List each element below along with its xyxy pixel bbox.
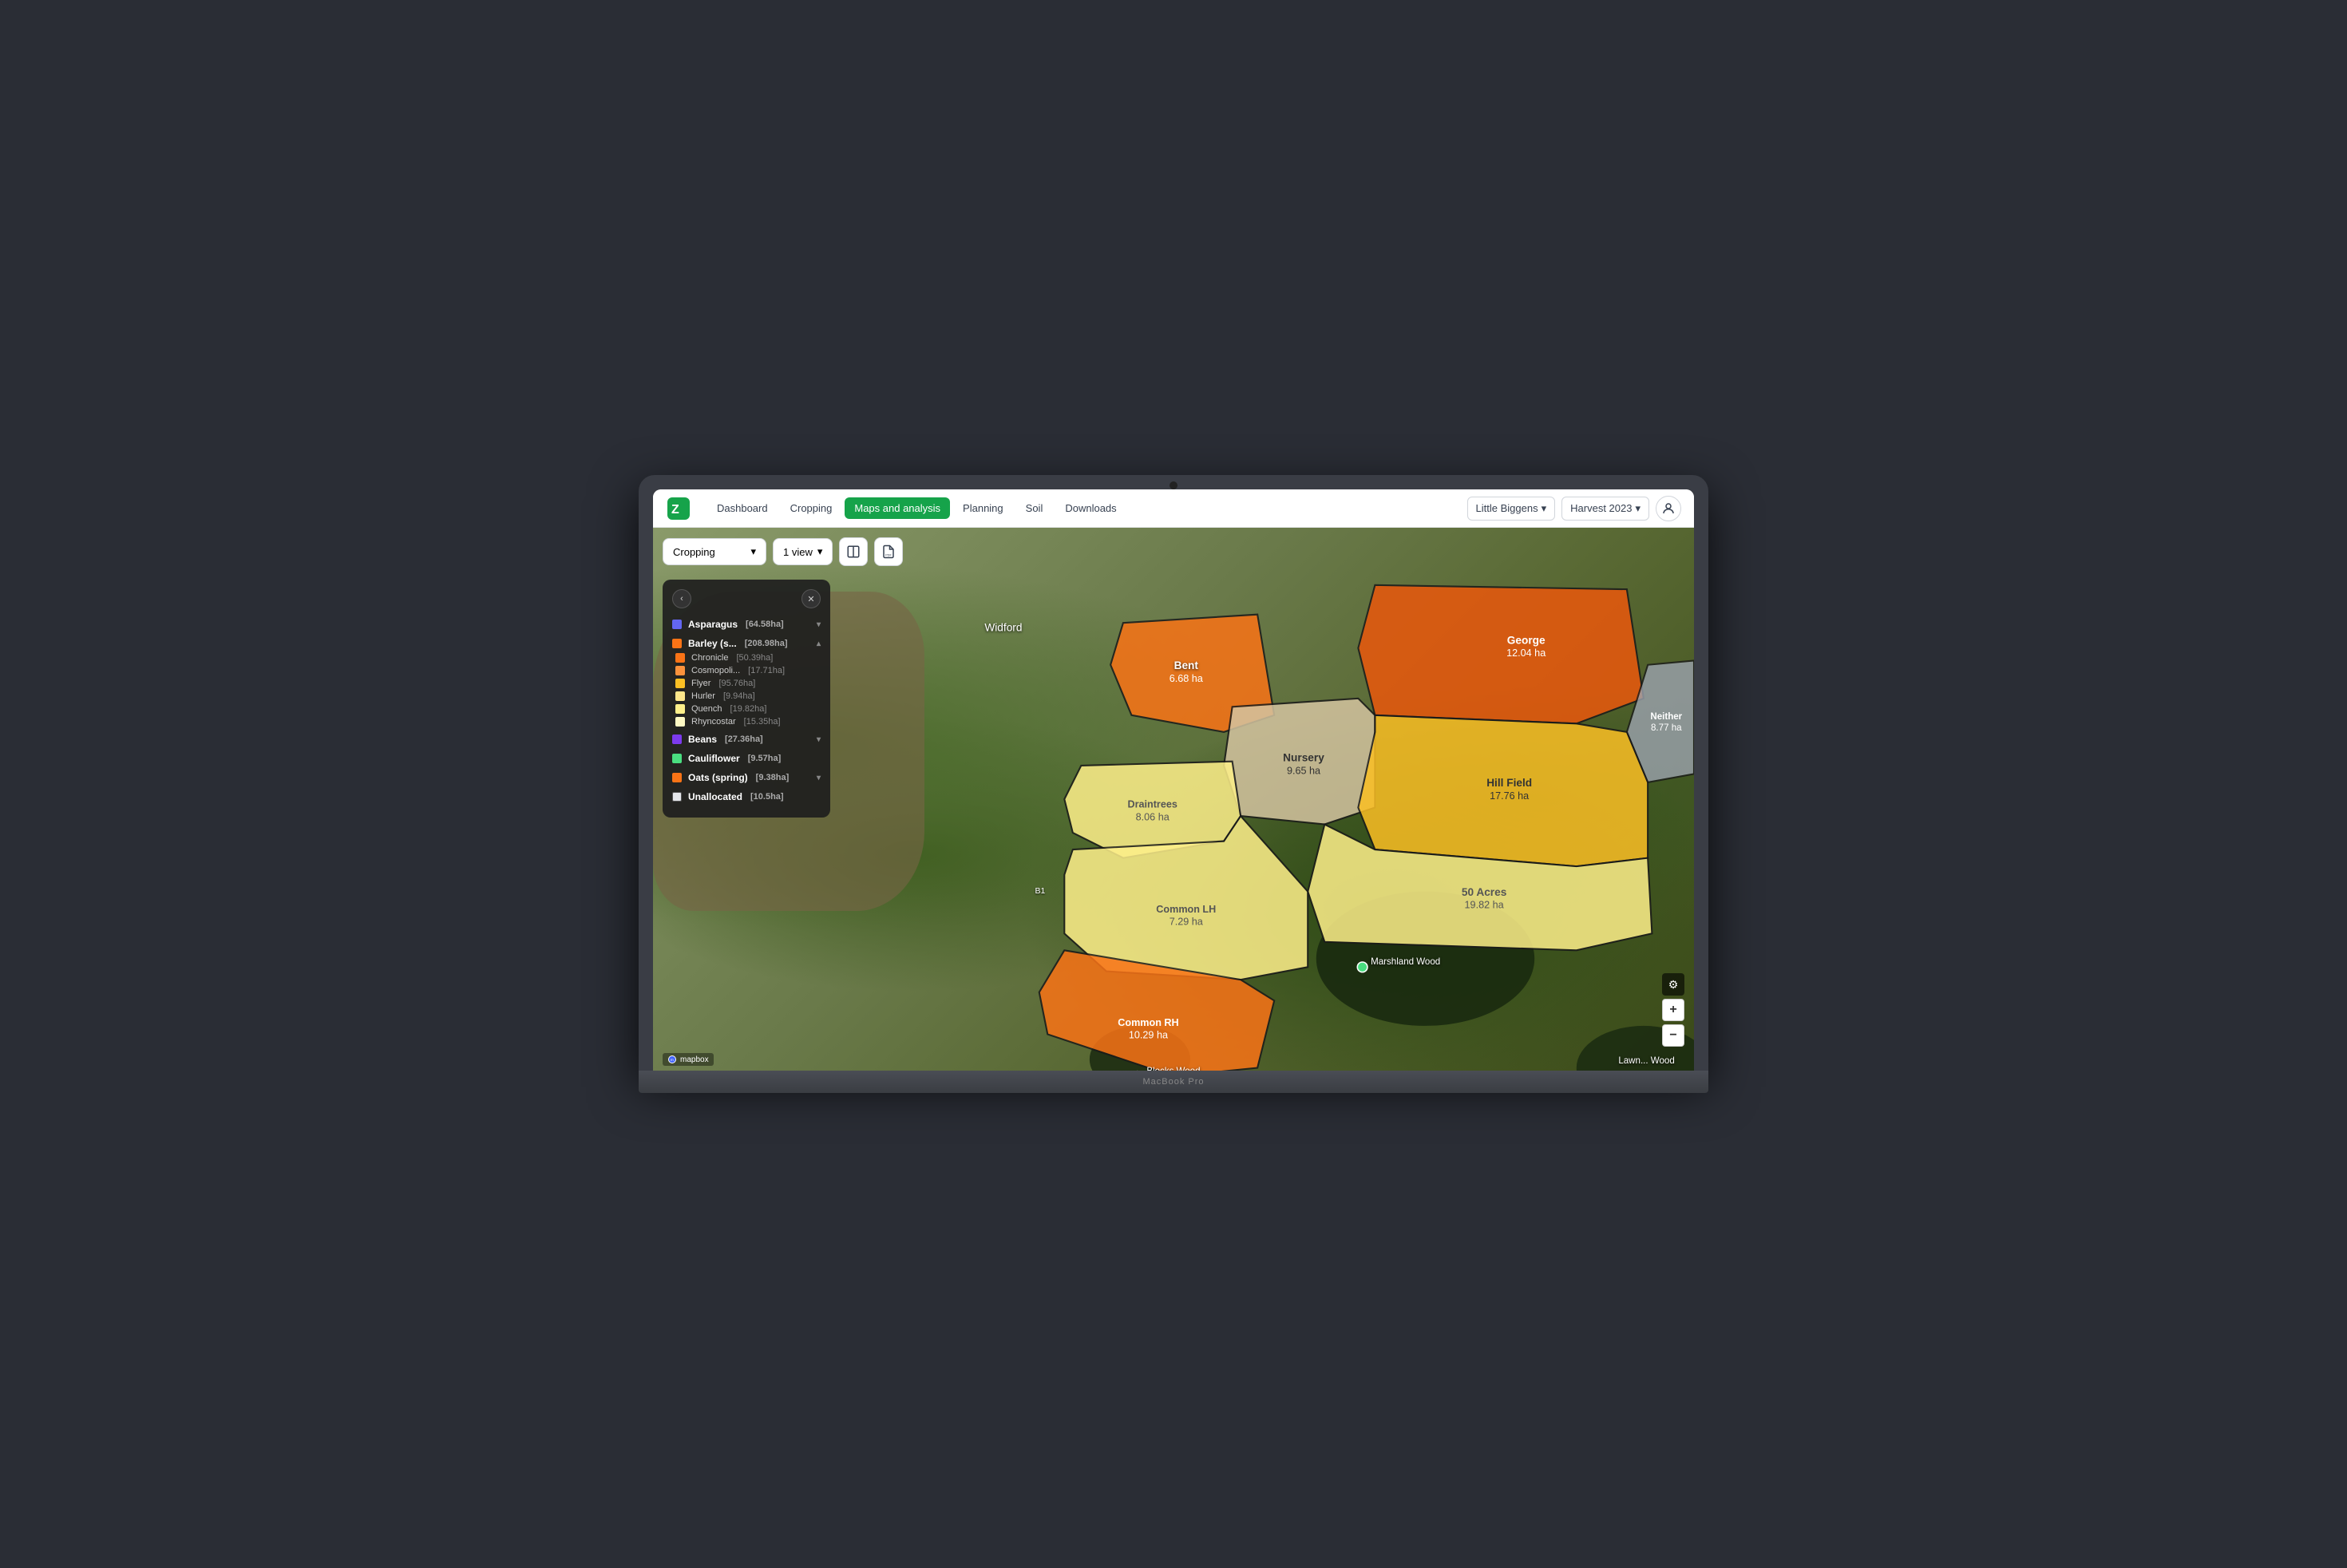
svg-text:PDF: PDF (886, 553, 892, 556)
svg-text:9.65 ha: 9.65 ha (1287, 765, 1321, 776)
svg-text:Lawn... Wood: Lawn... Wood (1618, 1056, 1674, 1066)
zoom-in-button[interactable]: + (1662, 999, 1684, 1021)
pdf-export-button[interactable]: PDF (874, 537, 903, 566)
nav-soil[interactable]: Soil (1016, 497, 1053, 519)
farm-selector[interactable]: Little Biggens ▾ (1467, 497, 1556, 521)
nav-right: Little Biggens ▾ Harvest 2023 ▾ (1467, 496, 1681, 521)
oats-color (672, 773, 682, 782)
legend-item-chronicle[interactable]: Chronicle [50.39ha] (672, 651, 821, 664)
svg-text:19.82 ha: 19.82 ha (1465, 900, 1505, 911)
map-toolbar: Cropping ▾ 1 view ▾ (663, 537, 903, 566)
legend-group-oats: Oats (spring) [9.38ha] ▾ (672, 770, 821, 786)
legend-group-barley: Barley (s... [208.98ha] ▴ Chronicle [50.… (672, 636, 821, 728)
asparagus-color (672, 620, 682, 629)
layer-select[interactable]: Cropping ▾ (663, 538, 766, 565)
hurler-color (675, 691, 685, 701)
flyer-color (675, 679, 685, 688)
legend-group-barley-header[interactable]: Barley (s... [208.98ha] ▴ (672, 636, 821, 651)
svg-text:Draintrees: Draintrees (1128, 799, 1177, 810)
laptop-frame: Z Dashboard Cropping Maps and analysis P… (639, 475, 1708, 1093)
svg-text:Nursery: Nursery (1283, 752, 1324, 764)
chronicle-color (675, 653, 685, 663)
svg-text:8.06 ha: 8.06 ha (1136, 811, 1170, 822)
svg-text:7.29 ha: 7.29 ha (1170, 917, 1204, 928)
legend-back-button[interactable]: ‹ (672, 589, 691, 608)
svg-text:George: George (1507, 634, 1546, 646)
svg-text:8.77 ha: 8.77 ha (1651, 723, 1682, 733)
beans-color (672, 735, 682, 744)
svg-text:6.68 ha: 6.68 ha (1170, 673, 1204, 684)
legend-group-cauliflower-header[interactable]: Cauliflower [9.57ha] (672, 750, 821, 766)
legend-group-unallocated-header[interactable]: Unallocated [10.5ha] (672, 789, 821, 805)
legend-close-button[interactable]: ✕ (801, 589, 821, 608)
svg-text:m: m (671, 1058, 674, 1062)
legend-header: ‹ ✕ (672, 589, 821, 608)
svg-text:10.29 ha: 10.29 ha (1129, 1030, 1169, 1041)
legend-group-beans: Beans [27.36ha] ▾ (672, 731, 821, 747)
legend-group-unallocated: Unallocated [10.5ha] (672, 789, 821, 805)
svg-text:50 Acres: 50 Acres (1462, 886, 1507, 898)
legend-item-flyer[interactable]: Flyer [95.76ha] (672, 677, 821, 690)
nav-maps-analysis[interactable]: Maps and analysis (845, 497, 950, 519)
app-logo[interactable]: Z (666, 496, 691, 521)
nav-downloads[interactable]: Downloads (1055, 497, 1126, 519)
harvest-selector[interactable]: Harvest 2023 ▾ (1561, 497, 1649, 521)
barley-color (672, 639, 682, 648)
svg-text:Hill Field: Hill Field (1486, 777, 1532, 789)
svg-text:12.04 ha: 12.04 ha (1506, 647, 1546, 659)
view-selector[interactable]: 1 view ▾ (773, 538, 833, 565)
compare-button[interactable] (839, 537, 868, 566)
map-controls: ⚙ + − (1662, 973, 1684, 1047)
legend-group-oats-header[interactable]: Oats (spring) [9.38ha] ▾ (672, 770, 821, 786)
legend-item-hurler[interactable]: Hurler [9.94ha] (672, 690, 821, 703)
rhyncostar-color (675, 717, 685, 727)
mapbox-attribution: m mapbox (663, 1053, 714, 1066)
svg-text:Widford: Widford (984, 622, 1022, 634)
legend-group-asparagus: Asparagus [64.58ha] ▾ (672, 616, 821, 632)
navbar: Z Dashboard Cropping Maps and analysis P… (653, 489, 1694, 528)
legend-group-cauliflower: Cauliflower [9.57ha] (672, 750, 821, 766)
legend-item-rhyncostar[interactable]: Rhyncostar [15.35ha] (672, 715, 821, 728)
svg-text:Z: Z (671, 503, 679, 517)
screen-content: Z Dashboard Cropping Maps and analysis P… (653, 489, 1694, 1071)
user-avatar[interactable] (1656, 496, 1681, 521)
legend-item-cosmopolitan[interactable]: Cosmopoli... [17.71ha] (672, 664, 821, 677)
svg-text:Neither: Neither (1650, 712, 1682, 722)
svg-text:17.76 ha: 17.76 ha (1490, 790, 1530, 802)
svg-text:Common LH: Common LH (1156, 904, 1216, 915)
unallocated-color (672, 792, 682, 802)
nav-cropping[interactable]: Cropping (781, 497, 842, 519)
laptop-camera (1170, 481, 1177, 489)
svg-text:Marshland Wood: Marshland Wood (1371, 957, 1440, 967)
map-settings-button[interactable]: ⚙ (1662, 973, 1684, 996)
cosmopolitan-color (675, 666, 685, 675)
nav-links: Dashboard Cropping Maps and analysis Pla… (707, 497, 1451, 519)
legend-group-beans-header[interactable]: Beans [27.36ha] ▾ (672, 731, 821, 747)
laptop-screen: Z Dashboard Cropping Maps and analysis P… (653, 489, 1694, 1071)
map-container[interactable]: Bent 6.68 ha George 12.04 ha Neither 8.7… (653, 528, 1694, 1071)
legend-item-quench[interactable]: Quench [19.82ha] (672, 703, 821, 715)
nav-planning[interactable]: Planning (953, 497, 1013, 519)
laptop-body: Z Dashboard Cropping Maps and analysis P… (639, 475, 1708, 1071)
legend-group-asparagus-header[interactable]: Asparagus [64.58ha] ▾ (672, 616, 821, 632)
laptop-base (639, 1071, 1708, 1093)
quench-color (675, 704, 685, 714)
svg-text:Common RH: Common RH (1118, 1017, 1178, 1028)
nav-dashboard[interactable]: Dashboard (707, 497, 778, 519)
svg-text:B1: B1 (1035, 886, 1045, 896)
legend-panel: ‹ ✕ Asparagus [64.58ha] ▾ (663, 580, 830, 818)
svg-text:Bent: Bent (1174, 659, 1199, 671)
zoom-out-button[interactable]: − (1662, 1024, 1684, 1047)
cauliflower-color (672, 754, 682, 763)
